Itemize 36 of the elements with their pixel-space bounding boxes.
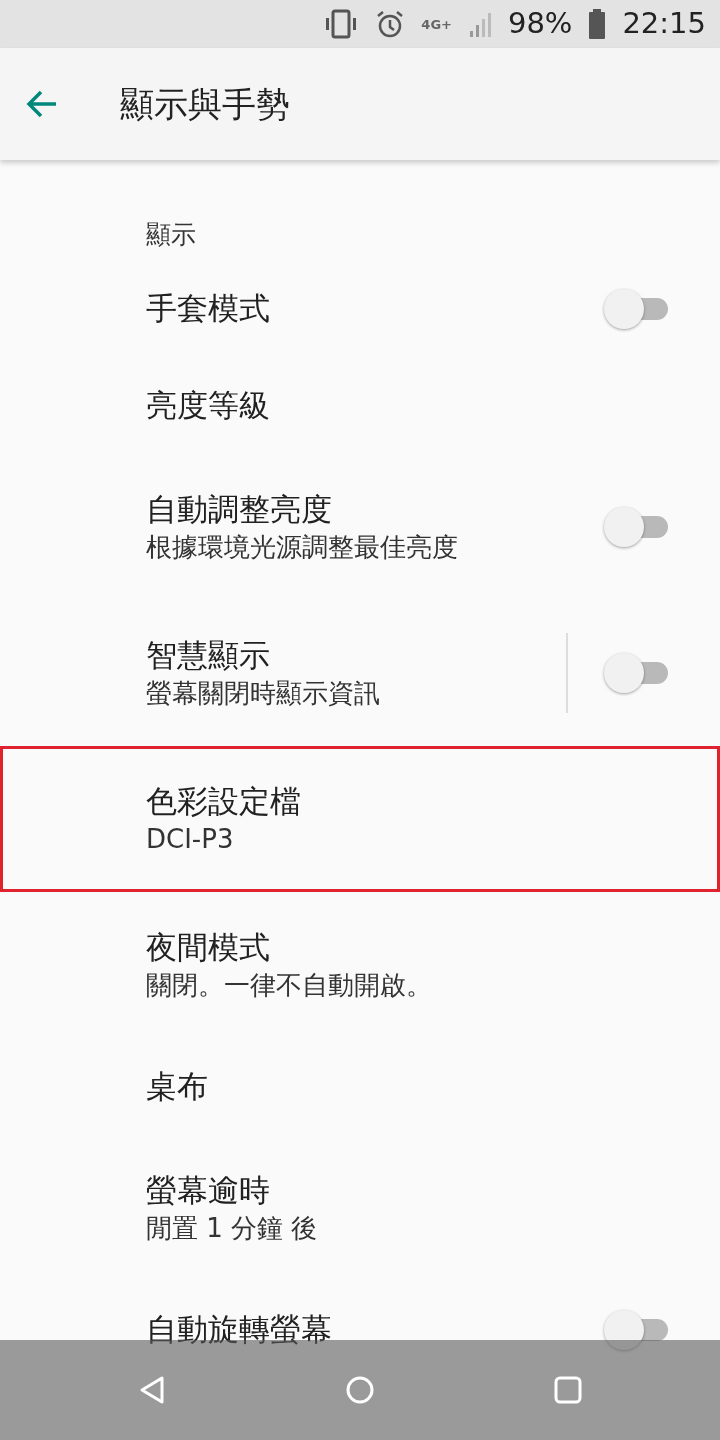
setting-row[interactable]: 手套模式 [0,260,720,357]
network-type: 4G+ [421,17,452,31]
setting-row[interactable]: 智慧顯示 螢幕關閉時顯示資訊 [0,600,720,746]
setting-title: 自動調整亮度 [146,489,333,529]
setting-title: 手套模式 [146,289,271,329]
setting-row[interactable]: 螢幕逾時 閒置 1 分鐘 後 [0,1135,720,1281]
setting-title: 夜間模式 [146,927,271,967]
toggle-switch[interactable] [604,653,668,693]
battery-percent: 98% [507,5,573,43]
setting-title: 色彩設定檔 [146,781,302,821]
battery-icon [588,9,607,39]
setting-title: 亮度等級 [146,386,271,426]
setting-summary: 根據環境光源調整最佳亮度 [146,530,459,564]
toggle-switch[interactable] [604,507,668,547]
setting-row[interactable]: 自動調整亮度 根據環境光源調整最佳亮度 [0,454,720,600]
setting-row[interactable]: 色彩設定檔 DCI-P3 [0,746,720,892]
toggle-switch[interactable] [604,1309,668,1350]
toggle-switch[interactable] [604,288,668,329]
setting-row[interactable]: 桌布 [0,1038,720,1135]
screen-title: 顯示與手勢 [120,82,290,126]
setting-title: 自動旋轉螢幕 [146,1310,333,1350]
section-header: 顯示 [146,220,196,249]
setting-summary: DCI-P3 [146,822,235,856]
setting-title: 桌布 [146,1067,209,1107]
recents-icon[interactable] [554,1376,583,1404]
setting-summary: 關閉。一律不自動開啟。 [146,968,433,1002]
clock-time: 22:15 [622,5,706,43]
home-icon[interactable] [345,1375,375,1405]
setting-row[interactable]: 自動旋轉螢幕 [0,1281,720,1378]
setting-row[interactable]: 亮度等級 [0,357,720,454]
setting-summary: 螢幕關閉時顯示資訊 [146,676,381,710]
setting-row[interactable]: 夜間模式 關閉。一律不自動開啟。 [0,892,720,1038]
setting-title: 智慧顯示 [146,635,271,675]
setting-title: 螢幕逾時 [146,1170,271,1210]
back-arrow-icon[interactable] [24,89,58,119]
setting-summary: 閒置 1 分鐘 後 [146,1211,319,1245]
